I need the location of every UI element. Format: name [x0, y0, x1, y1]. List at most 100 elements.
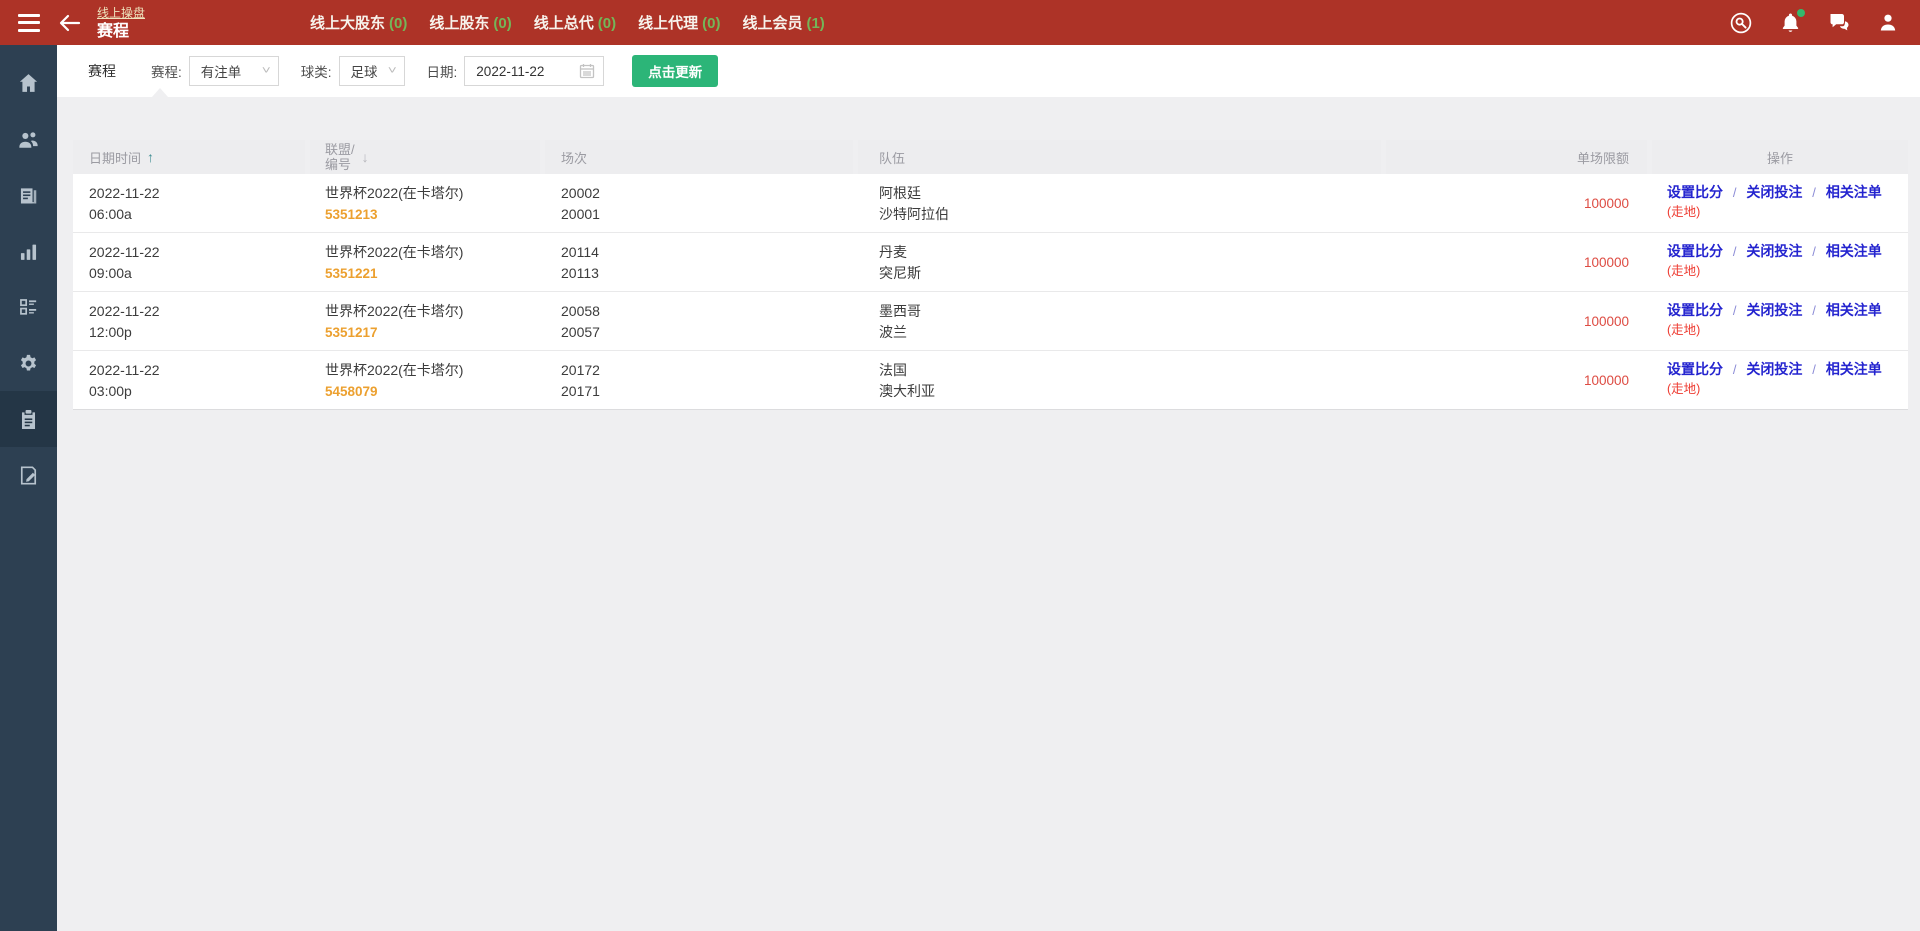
header-league[interactable]: 联盟/编号 ↓	[310, 140, 540, 174]
chat-icon[interactable]	[1828, 12, 1851, 33]
sidebar-item-home[interactable]	[0, 55, 57, 111]
clipboard-icon	[18, 409, 39, 430]
sidebar-item-reports[interactable]	[0, 167, 57, 223]
menu-icon[interactable]	[15, 13, 43, 33]
close-betting-link[interactable]: 关闭投注	[1746, 361, 1802, 377]
sort-descending-icon: ↓	[362, 149, 369, 165]
team-away: 波兰	[879, 322, 1381, 343]
team-home: 丹麦	[879, 242, 1381, 263]
cell-league: 世界杯2022(在卡塔尔) 5351217	[310, 292, 540, 350]
notification-dot	[1797, 9, 1805, 17]
chevron-down-icon: ˅	[388, 65, 397, 77]
cell-teams: 法国 澳大利亚	[858, 351, 1381, 409]
league-number: 5351221	[325, 263, 540, 284]
link-separator: /	[1812, 244, 1816, 259]
header-limit: 单场限额	[1386, 140, 1647, 174]
active-tab-indicator	[152, 88, 168, 97]
nav-online-agent[interactable]: 线上代理(0)	[638, 12, 720, 33]
team-home: 墨西哥	[879, 301, 1381, 322]
nav-online-major-shareholder[interactable]: 线上大股东(0)	[310, 12, 407, 33]
match-time: 06:00a	[89, 204, 305, 225]
league-number: 5351217	[325, 322, 540, 343]
cell-datetime: 2022-11-22 12:00p	[73, 292, 305, 350]
cell-league: 世界杯2022(在卡塔尔) 5351221	[310, 233, 540, 291]
gear-icon	[18, 353, 39, 374]
back-arrow-icon[interactable]	[59, 14, 81, 32]
sidebar-item-notes[interactable]	[0, 447, 57, 503]
match-date: 2022-11-22	[89, 183, 305, 204]
cell-limit: 100000	[1386, 233, 1647, 291]
match-number-home: 20002	[561, 183, 853, 204]
match-time: 09:00a	[89, 263, 305, 284]
cell-league: 世界杯2022(在卡塔尔) 5351213	[310, 174, 540, 232]
league-name: 世界杯2022(在卡塔尔)	[325, 242, 540, 263]
match-number-home: 20114	[561, 242, 853, 263]
match-number-away: 20001	[561, 204, 853, 225]
nav-online-master-agent[interactable]: 线上总代(0)	[534, 12, 616, 33]
match-number-home: 20172	[561, 360, 853, 381]
header-match: 场次	[545, 140, 853, 174]
close-betting-link[interactable]: 关闭投注	[1746, 184, 1802, 200]
link-separator: /	[1733, 185, 1737, 200]
match-number-away: 20113	[561, 263, 853, 284]
sidebar-item-users[interactable]	[0, 111, 57, 167]
sport-select[interactable]: 足球 ˅	[339, 56, 405, 86]
cell-match-numbers: 20058 20057	[545, 292, 853, 350]
link-separator: /	[1812, 362, 1816, 377]
schedule-select[interactable]: 有注单 ˅	[189, 56, 279, 86]
match-number-home: 20058	[561, 301, 853, 322]
team-away: 突尼斯	[879, 263, 1381, 284]
set-score-link[interactable]: 设置比分	[1667, 184, 1723, 200]
cell-match-numbers: 20002 20001	[545, 174, 853, 232]
close-betting-link[interactable]: 关闭投注	[1746, 243, 1802, 259]
sidebar-item-settings[interactable]	[0, 335, 57, 391]
table-header: 日期时间 ↑ 联盟/编号 ↓ 场次 队伍 单场限额 操作	[73, 140, 1908, 174]
live-tag: (走地)	[1667, 381, 1908, 398]
cell-actions: 设置比分 / 关闭投注 / 相关注单 (走地)	[1652, 292, 1908, 350]
nav-online-member[interactable]: 线上会员(1)	[742, 12, 824, 33]
set-score-link[interactable]: 设置比分	[1667, 243, 1723, 259]
nav-online-shareholder[interactable]: 线上股东(0)	[429, 12, 511, 33]
sidebar-item-schedule[interactable]	[0, 391, 57, 447]
close-betting-link[interactable]: 关闭投注	[1746, 302, 1802, 318]
date-input[interactable]	[476, 64, 576, 79]
search-icon[interactable]	[1729, 11, 1753, 35]
date-field[interactable]	[464, 56, 604, 86]
match-time: 03:00p	[89, 381, 305, 402]
league-number: 5458079	[325, 381, 540, 402]
related-bets-link[interactable]: 相关注单	[1826, 361, 1882, 377]
header-actions: 操作	[1652, 140, 1908, 174]
team-home: 阿根廷	[879, 183, 1381, 204]
related-bets-link[interactable]: 相关注单	[1826, 184, 1882, 200]
count-badge: (0)	[702, 15, 720, 32]
related-bets-link[interactable]: 相关注单	[1826, 302, 1882, 318]
main-content: 赛程 赛程: 有注单 ˅ 球类: 足球 ˅ 日期: 点击更新 日期时间 ↑	[57, 45, 1920, 931]
link-separator: /	[1733, 303, 1737, 318]
set-score-link[interactable]: 设置比分	[1667, 361, 1723, 377]
table-body: 2022-11-22 06:00a 世界杯2022(在卡塔尔) 5351213 …	[73, 174, 1908, 410]
sidebar-item-forms[interactable]	[0, 279, 57, 335]
form-list-icon	[18, 297, 39, 317]
users-icon	[18, 130, 39, 149]
user-icon[interactable]	[1878, 12, 1898, 33]
set-score-link[interactable]: 设置比分	[1667, 302, 1723, 318]
match-date: 2022-11-22	[89, 360, 305, 381]
home-icon	[18, 73, 39, 93]
sidebar-item-statistics[interactable]	[0, 223, 57, 279]
cell-actions: 设置比分 / 关闭投注 / 相关注单 (走地)	[1652, 351, 1908, 409]
cell-actions: 设置比分 / 关闭投注 / 相关注单 (走地)	[1652, 174, 1908, 232]
breadcrumb[interactable]: 线上操盘	[97, 7, 145, 21]
live-tag: (走地)	[1667, 204, 1908, 221]
related-bets-link[interactable]: 相关注单	[1826, 243, 1882, 259]
cell-limit: 100000	[1386, 174, 1647, 232]
tab-schedule[interactable]: 赛程	[88, 61, 116, 81]
reports-icon	[18, 185, 39, 205]
calendar-icon[interactable]	[579, 63, 595, 79]
update-button[interactable]: 点击更新	[632, 55, 718, 87]
header-teams: 队伍	[858, 140, 1381, 174]
header-datetime[interactable]: 日期时间 ↑	[73, 140, 305, 174]
page-title: 赛程	[97, 23, 145, 41]
match-number-away: 20057	[561, 322, 853, 343]
bell-icon[interactable]	[1780, 12, 1801, 34]
cell-limit: 100000	[1386, 292, 1647, 350]
